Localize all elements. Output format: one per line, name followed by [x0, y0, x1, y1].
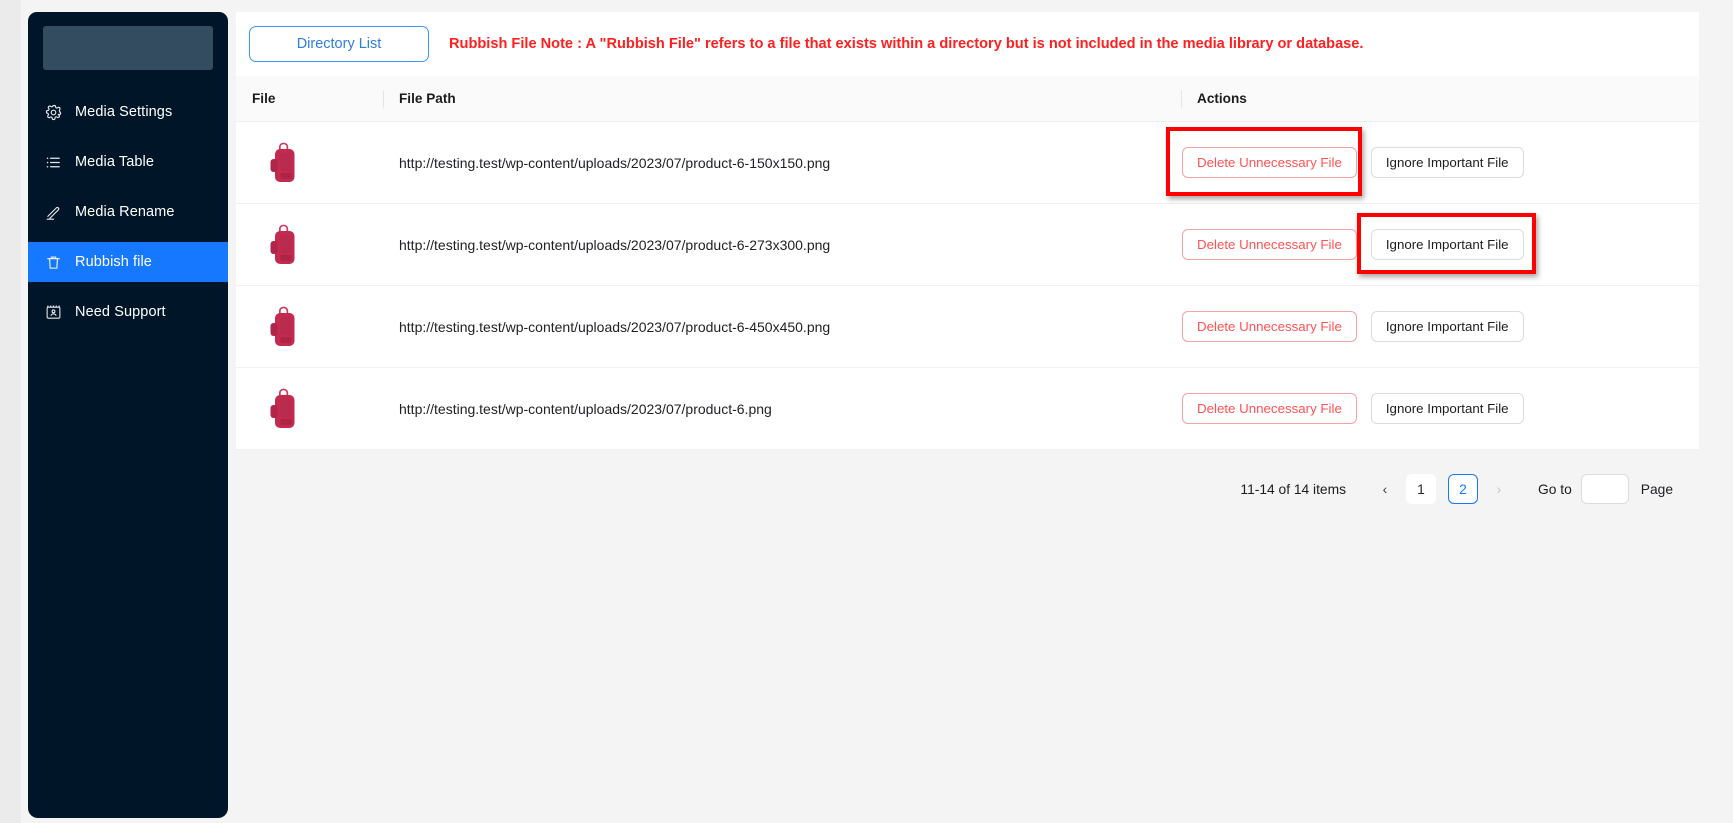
table-body: http://testing.test/wp-content/uploads/2… — [236, 121, 1699, 450]
backpack-thumbnail-icon — [270, 142, 295, 182]
pagination-next-button[interactable]: › — [1484, 474, 1514, 504]
delete-unnecessary-file-button[interactable]: Delete Unnecessary File — [1182, 393, 1357, 424]
ignore-important-file-button[interactable]: Ignore Important File — [1370, 147, 1524, 178]
sidebar-item-media-settings[interactable]: Media Settings — [28, 92, 228, 132]
row-actions: Delete Unnecessary File Ignore Important… — [1166, 127, 1699, 196]
file-path-cell: http://testing.test/wp-content/uploads/2… — [383, 285, 1181, 368]
pagination-prev-button[interactable]: ‹ — [1370, 474, 1400, 504]
sidebar-item-label: Rubbish file — [75, 254, 152, 270]
file-path-cell: http://testing.test/wp-content/uploads/2… — [383, 203, 1181, 286]
toolbar: Directory List Rubbish File Note : A "Ru… — [236, 12, 1699, 76]
backpack-thumbnail-icon — [270, 306, 295, 346]
delete-unnecessary-file-button[interactable]: Delete Unnecessary File — [1182, 229, 1357, 260]
list-icon — [45, 154, 62, 171]
table-header: File File Path Actions — [236, 76, 1699, 122]
file-thumbnail-cell — [236, 367, 383, 450]
sidebar-item-label: Need Support — [75, 304, 166, 320]
app-frame: Media Settings Media Table Media Rename … — [21, 0, 1733, 823]
page-suffix-label: Page — [1640, 481, 1673, 497]
table-row: http://testing.test/wp-content/uploads/2… — [236, 285, 1699, 368]
actions-cell: Delete Unnecessary File Ignore Important… — [1181, 367, 1699, 450]
sidebar-item-need-support[interactable]: Need Support — [28, 292, 228, 332]
sidebar-nav: Media Settings Media Table Media Rename … — [28, 92, 228, 332]
support-icon — [45, 304, 62, 321]
sidebar-item-media-table[interactable]: Media Table — [28, 142, 228, 182]
file-path-cell: http://testing.test/wp-content/uploads/2… — [383, 367, 1181, 450]
trash-icon — [45, 254, 62, 271]
file-path-cell: http://testing.test/wp-content/uploads/2… — [383, 121, 1181, 204]
ignore-important-file-button[interactable]: Ignore Important File — [1370, 229, 1524, 260]
column-header-file: File — [236, 76, 383, 122]
sidebar-item-label: Media Rename — [75, 204, 175, 220]
file-thumbnail-cell — [236, 203, 383, 286]
table-row: http://testing.test/wp-content/uploads/2… — [236, 121, 1699, 204]
rubbish-file-note: Rubbish File Note : A "Rubbish File" ref… — [449, 36, 1364, 52]
actions-cell: Delete Unnecessary File Ignore Important… — [1166, 121, 1699, 204]
ignore-button-slot: Ignore Important File — [1356, 213, 1536, 274]
actions-cell: Delete Unnecessary File Ignore Important… — [1181, 285, 1699, 368]
file-thumbnail-cell — [236, 121, 383, 204]
goto-label: Go to — [1538, 481, 1572, 497]
pagination: 11-14 of 14 items ‹ 1 2 › Go to Page — [236, 474, 1699, 504]
column-header-file-path: File Path — [383, 76, 1181, 122]
pagination-area: 11-14 of 14 items ‹ 1 2 › Go to Page — [236, 450, 1699, 542]
sidebar-item-label: Media Table — [75, 154, 155, 170]
table-row: http://testing.test/wp-content/uploads/2… — [236, 367, 1699, 450]
ignore-important-file-button[interactable]: Ignore Important File — [1370, 311, 1524, 342]
table-header-row: File File Path Actions — [236, 76, 1699, 122]
sidebar-item-label: Media Settings — [75, 104, 173, 120]
pencil-icon — [45, 204, 62, 221]
table-row: http://testing.test/wp-content/uploads/2… — [236, 203, 1699, 286]
sidebar: Media Settings Media Table Media Rename … — [28, 12, 228, 818]
delete-unnecessary-file-button[interactable]: Delete Unnecessary File — [1182, 311, 1357, 342]
pagination-page-2[interactable]: 2 — [1448, 474, 1479, 504]
column-header-actions: Actions — [1181, 76, 1699, 122]
actions-cell: Delete Unnecessary File Ignore Important… — [1181, 203, 1699, 286]
sidebar-item-rubbish-file[interactable]: Rubbish file — [28, 242, 228, 282]
sidebar-item-media-rename[interactable]: Media Rename — [28, 192, 228, 232]
ignore-important-file-button[interactable]: Ignore Important File — [1370, 393, 1524, 424]
goto-page-input[interactable] — [1580, 474, 1629, 504]
backpack-thumbnail-icon — [270, 224, 295, 264]
row-actions: Delete Unnecessary File Ignore Important… — [1181, 393, 1699, 424]
backpack-thumbnail-icon — [270, 388, 295, 428]
app-page: Media Settings Media Table Media Rename … — [0, 0, 1733, 823]
left-gutter — [0, 0, 21, 823]
rubbish-file-table: File File Path Actions http://testing.te… — [236, 76, 1699, 450]
delete-button-slot: Delete Unnecessary File — [1166, 127, 1362, 196]
main-content: Directory List Rubbish File Note : A "Ru… — [236, 12, 1699, 542]
row-actions: Delete Unnecessary File Ignore Important… — [1181, 311, 1699, 342]
brand-logo-placeholder — [43, 26, 213, 70]
file-thumbnail-cell — [236, 285, 383, 368]
gear-icon — [45, 104, 62, 121]
directory-list-button[interactable]: Directory List — [249, 26, 429, 62]
pagination-page-1[interactable]: 1 — [1406, 474, 1437, 504]
pagination-total-label: 11-14 of 14 items — [1240, 481, 1347, 497]
delete-unnecessary-file-button[interactable]: Delete Unnecessary File — [1182, 147, 1357, 178]
row-actions: Delete Unnecessary File Ignore Important… — [1181, 213, 1699, 274]
